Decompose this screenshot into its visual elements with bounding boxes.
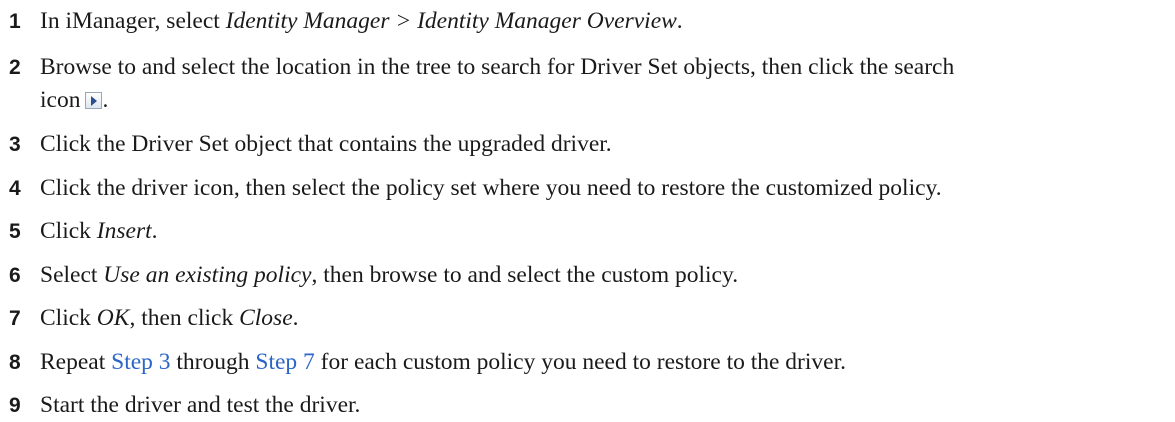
step-3-link[interactable]: Step 3 — [111, 349, 170, 375]
step-number: 7 — [9, 307, 21, 330]
button-name: Insert — [96, 218, 152, 244]
step-text: Click OK, then click Close. — [40, 305, 299, 331]
step-number: 4 — [9, 177, 21, 200]
step-text: Click Insert. — [40, 218, 158, 244]
step-number: 2 — [9, 56, 21, 79]
step-number: 8 — [9, 351, 21, 374]
step-text: Click the driver icon, then select the p… — [40, 175, 942, 201]
step-number: 9 — [9, 394, 21, 417]
step-number: 5 — [9, 220, 21, 243]
search-icon — [85, 92, 103, 109]
menu-path: Identity Manager > Identity Manager Over… — [225, 8, 677, 34]
step-text: Click the Driver Set object that contain… — [40, 131, 612, 157]
step-text: Browse to and select the location in the… — [40, 54, 955, 113]
step-text: Select Use an existing policy, then brow… — [40, 262, 739, 288]
step-text: Repeat Step 3 through Step 7 for each cu… — [40, 349, 846, 375]
button-name: OK — [96, 305, 130, 331]
step-number: 6 — [9, 264, 21, 287]
step-number: 1 — [9, 10, 21, 33]
step-7-link[interactable]: Step 7 — [255, 349, 314, 375]
step-text: Start the driver and test the driver. — [40, 392, 361, 418]
step-number: 3 — [9, 133, 21, 156]
option-name: Use an existing policy — [103, 262, 312, 288]
button-name: Close — [239, 305, 293, 331]
step-text: In iManager, select Identity Manager > I… — [40, 8, 683, 34]
